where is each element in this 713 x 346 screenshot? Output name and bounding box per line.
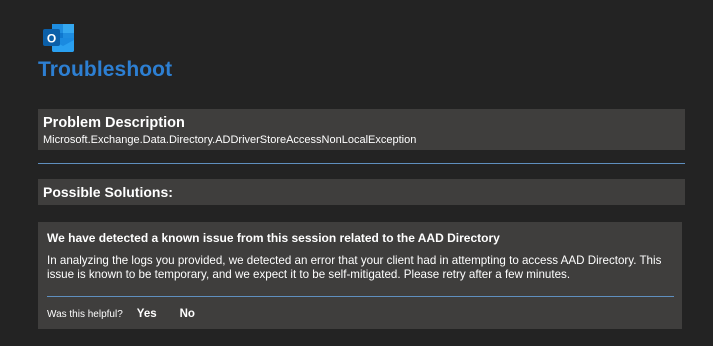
no-button[interactable]: No — [180, 308, 195, 320]
troubleshoot-page: O Troubleshoot Problem Description Micro… — [0, 0, 713, 346]
problem-description-panel: Problem Description Microsoft.Exchange.D… — [38, 109, 685, 150]
svg-text:O: O — [47, 32, 56, 46]
known-issue-card: We have detected a known issue from this… — [38, 222, 682, 329]
feedback-row: Was this helpful? Yes No — [47, 306, 195, 322]
section-divider — [38, 163, 685, 164]
known-issue-body: In analyzing the logs you provided, we d… — [47, 254, 662, 281]
page-title: Troubleshoot — [38, 58, 173, 81]
problem-description-text: Microsoft.Exchange.Data.Directory.ADDriv… — [43, 134, 417, 146]
possible-solutions-heading: Possible Solutions: — [43, 184, 173, 200]
problem-description-heading: Problem Description — [43, 115, 185, 131]
possible-solutions-panel: Possible Solutions: — [38, 179, 685, 205]
yes-button[interactable]: Yes — [137, 308, 157, 320]
feedback-question: Was this helpful? — [47, 308, 123, 320]
known-issue-heading: We have detected a known issue from this… — [47, 231, 500, 245]
feedback-divider — [47, 296, 674, 297]
outlook-icon: O — [43, 24, 74, 52]
